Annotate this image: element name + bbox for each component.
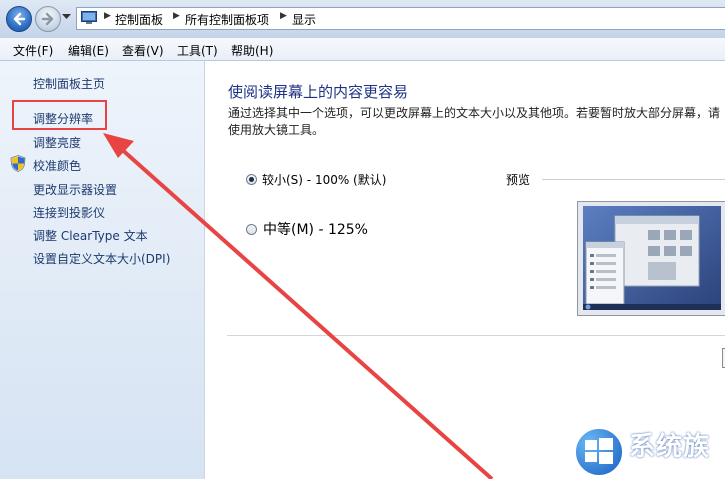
annotation-arrow-icon [103, 133, 494, 479]
